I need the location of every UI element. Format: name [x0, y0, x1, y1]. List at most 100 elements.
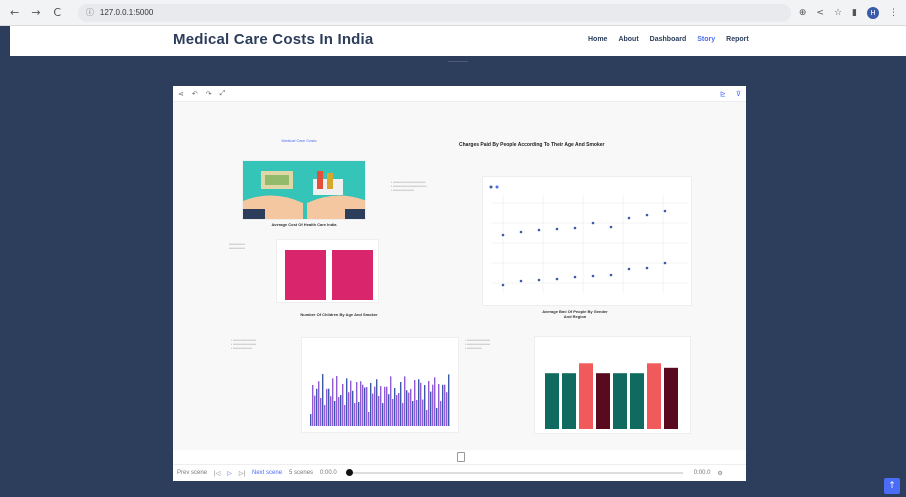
- fullscreen-icon[interactable]: ⤢: [220, 89, 226, 98]
- bmi-bar: [562, 373, 576, 429]
- star-icon[interactable]: ☆: [834, 8, 842, 18]
- skip-forward-icon[interactable]: ▷|: [239, 470, 245, 477]
- story-canvas: Medical Care Costs Average Cost Of Healt…: [173, 102, 746, 450]
- address-bar[interactable]: ⓘ 127.0.0.1:5000: [77, 3, 791, 22]
- histogram-bar: [340, 395, 342, 426]
- timeline-knob[interactable]: [345, 469, 353, 476]
- timeline-slider[interactable]: [345, 469, 683, 476]
- chart-icon[interactable]: ⊵: [720, 90, 726, 98]
- reload-icon[interactable]: C: [51, 6, 64, 19]
- histogram-bar: [372, 393, 374, 426]
- histogram-bar: [322, 374, 324, 426]
- histogram-bar: [366, 387, 368, 426]
- histogram-bar: [332, 378, 334, 426]
- histogram-bar: [344, 404, 346, 426]
- forward-icon[interactable]: →: [29, 6, 42, 19]
- histogram-bar: [418, 379, 420, 426]
- histogram-bar: [414, 380, 416, 426]
- histogram-bar: [396, 395, 398, 426]
- skip-back-icon[interactable]: |◁: [214, 470, 220, 477]
- image-caption: Average Cost Of Health Care India: [271, 222, 337, 227]
- notes-icon[interactable]: [457, 452, 465, 462]
- histogram-bar: [364, 387, 366, 426]
- histogram-bar: [358, 402, 360, 426]
- settings-icon[interactable]: ⚙: [717, 470, 722, 477]
- back-icon[interactable]: ←: [8, 6, 21, 19]
- histogram-svg: [310, 374, 450, 426]
- histogram-bar: [324, 405, 326, 426]
- undo-icon[interactable]: ↶: [192, 90, 198, 98]
- hospital-illustration: [242, 160, 366, 220]
- site-title: Medical Care Costs In India: [173, 31, 374, 48]
- histogram-bar: [448, 374, 450, 426]
- charges-title: Charges Paid By People According To Thei…: [459, 142, 605, 148]
- histogram-bar: [428, 381, 430, 426]
- histogram-bar: [354, 403, 356, 426]
- histogram-bar: [446, 392, 448, 426]
- histogram-bar: [338, 397, 340, 426]
- bmi-bar: [545, 373, 559, 429]
- histogram-bar: [404, 376, 406, 426]
- next-scene-button[interactable]: Next scene: [252, 470, 282, 476]
- histogram-bar: [382, 403, 384, 426]
- histogram-bar: [426, 409, 428, 426]
- histogram-bar: [342, 383, 344, 426]
- site-info-icon[interactable]: ⓘ: [86, 7, 94, 18]
- histogram-bars: [310, 374, 450, 426]
- histogram-bar: [312, 385, 314, 426]
- illustration-svg: [243, 161, 365, 219]
- play-icon[interactable]: ▷: [227, 470, 232, 477]
- bmi-bar-svg: [545, 363, 678, 429]
- bmi-bar: [664, 367, 678, 429]
- sidepanel-icon[interactable]: ▮: [852, 8, 857, 18]
- histogram-bar: [316, 388, 318, 426]
- header-divider: [448, 61, 468, 62]
- children-bar: [332, 250, 373, 300]
- histogram-bar: [432, 384, 434, 426]
- children-caption: Number Of Children By Age And Smoker: [300, 312, 378, 317]
- histogram-bar: [392, 399, 394, 426]
- story-toolbar: ⋖ ↶ ↷ ⤢ ⊵ ⊽: [173, 86, 746, 102]
- charges-chart-panel: [482, 176, 692, 306]
- histogram-bar: [430, 391, 432, 426]
- histogram-panel: [301, 337, 459, 433]
- bmi-bar: [596, 373, 610, 429]
- children-chart-panel: [276, 239, 379, 303]
- histogram-bar: [420, 382, 422, 426]
- nav-report[interactable]: Report: [726, 36, 749, 43]
- bmi-notes: • •••••••••••••••••••••• • ••••••••••••••…: [465, 338, 490, 350]
- histogram-bar: [380, 386, 382, 426]
- histogram-bar: [390, 376, 392, 426]
- nav-about[interactable]: About: [618, 36, 638, 43]
- histogram-bar: [376, 379, 378, 426]
- toolbar-right: ⊵ ⊽: [720, 90, 741, 98]
- filter-icon[interactable]: ⊽: [736, 90, 741, 98]
- nav-story[interactable]: Story: [697, 36, 715, 43]
- histogram-bar: [356, 382, 358, 426]
- menu-icon[interactable]: ⋮: [889, 8, 898, 18]
- histogram-bar: [436, 407, 438, 426]
- share-icon[interactable]: <: [816, 8, 824, 18]
- main-nav: Home About Dashboard Story Report: [588, 36, 749, 43]
- share-icon[interactable]: ⋖: [178, 90, 184, 98]
- profile-avatar[interactable]: H: [867, 6, 879, 19]
- story-footer: Prev scene |◁ ▷ ▷| Next scene 5 scenes 0…: [173, 464, 746, 481]
- bmi-bar: [647, 363, 661, 429]
- time-end: 0:00.0: [693, 470, 711, 476]
- nav-home[interactable]: Home: [588, 36, 607, 43]
- children-bar: [285, 250, 326, 300]
- histogram-bar: [374, 386, 376, 426]
- nav-dashboard[interactable]: Dashboard: [650, 36, 687, 43]
- histogram-bar: [348, 392, 350, 426]
- prev-scene-button[interactable]: Prev scene: [177, 470, 207, 476]
- histogram-bar: [386, 386, 388, 426]
- histogram-bar: [378, 395, 380, 426]
- bmi-bar: [579, 363, 593, 429]
- image-title: Medical Care Costs: [281, 138, 317, 143]
- histogram-bar: [412, 401, 414, 426]
- scroll-top-button[interactable]: ↑: [884, 478, 900, 494]
- zoom-icon[interactable]: ⊕: [799, 8, 807, 18]
- redo-icon[interactable]: ↷: [206, 90, 212, 98]
- histogram-notes: • •••••••••••••••••••••• • ••••••••••••••…: [231, 338, 256, 350]
- histogram-bar: [346, 378, 348, 426]
